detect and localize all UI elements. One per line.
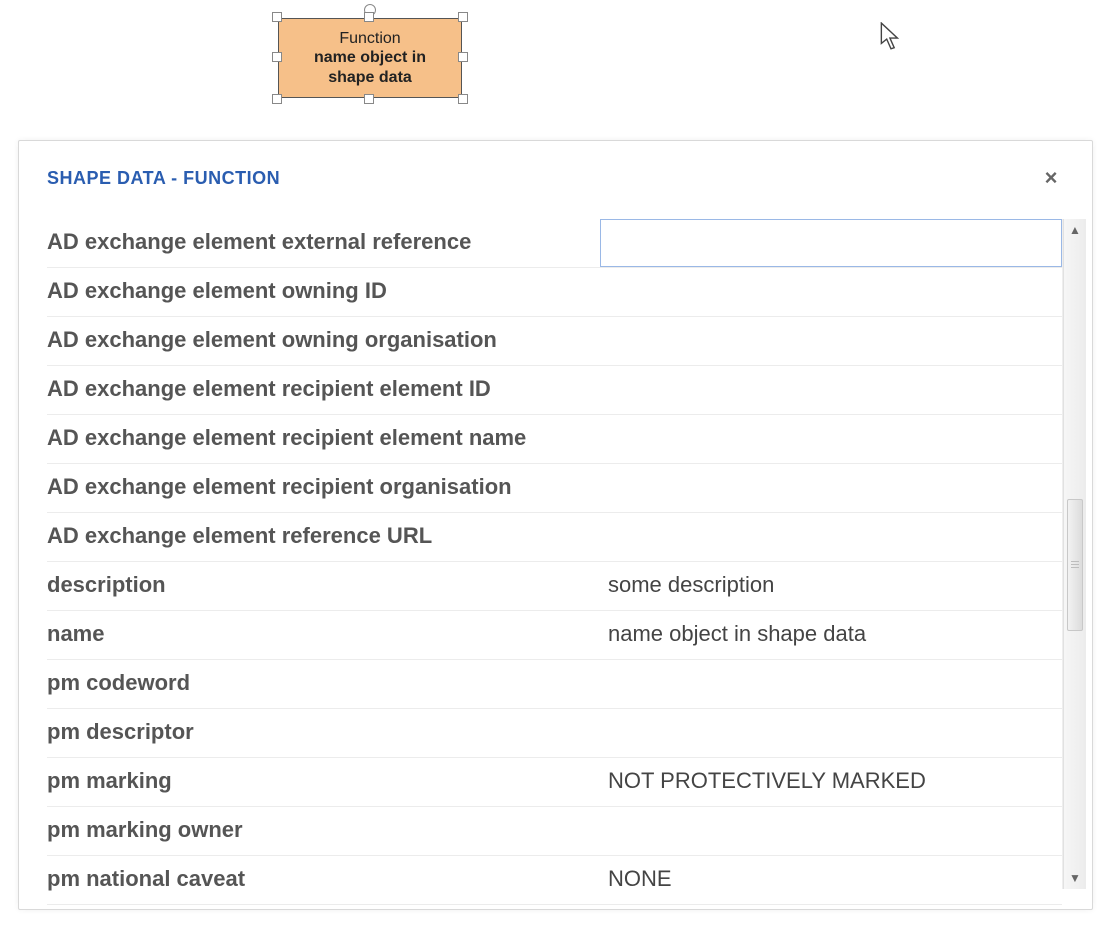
function-shape[interactable]: Function name object in shape data <box>278 18 462 98</box>
chevron-up-icon: ▲ <box>1069 223 1081 237</box>
property-value[interactable] <box>600 660 1062 708</box>
property-label: pm descriptor <box>47 709 600 757</box>
property-value[interactable] <box>600 807 1062 855</box>
resize-handle-middle-left[interactable] <box>272 52 282 62</box>
property-value[interactable] <box>600 513 1062 561</box>
property-row[interactable]: pm codeword <box>47 660 1062 709</box>
property-row[interactable]: pm marking owner <box>47 807 1062 856</box>
resize-handle-middle-right[interactable] <box>458 52 468 62</box>
property-value[interactable] <box>600 415 1062 463</box>
property-value[interactable] <box>600 317 1062 365</box>
property-value[interactable]: NOT PROTECTIVELY MARKED <box>600 758 1062 806</box>
property-label: AD exchange element external reference <box>47 219 600 267</box>
property-value[interactable] <box>600 268 1062 316</box>
property-value[interactable] <box>600 709 1062 757</box>
resize-handle-bottom-right[interactable] <box>458 94 468 104</box>
property-value[interactable]: some description <box>600 562 1062 610</box>
property-label: AD exchange element recipient organisati… <box>47 464 600 512</box>
resize-handle-bottom-middle[interactable] <box>364 94 374 104</box>
panel-body: AD exchange element external reference A… <box>19 201 1092 889</box>
property-label: pm national caveat <box>47 856 600 904</box>
property-label: AD exchange element recipient element ID <box>47 366 600 414</box>
property-value[interactable] <box>600 366 1062 414</box>
close-button[interactable]: × <box>1038 165 1064 191</box>
shape-type-label: Function <box>339 29 400 48</box>
scroll-up-button[interactable]: ▲ <box>1064 219 1086 241</box>
property-row[interactable]: AD exchange element recipient organisati… <box>47 464 1062 513</box>
resize-handle-top-left[interactable] <box>272 12 282 22</box>
resize-handle-bottom-left[interactable] <box>272 94 282 104</box>
properties-grid: AD exchange element external reference A… <box>47 219 1063 889</box>
property-row[interactable]: AD exchange element recipient element ID <box>47 366 1062 415</box>
property-value[interactable]: NONE <box>600 856 1062 904</box>
property-value-input[interactable] <box>600 219 1062 267</box>
property-label: name <box>47 611 600 659</box>
panel-header: SHAPE DATA - FUNCTION × <box>19 141 1092 201</box>
function-shape-selection[interactable]: Function name object in shape data <box>270 10 470 106</box>
property-row[interactable]: AD exchange element owning ID <box>47 268 1062 317</box>
property-label: pm marking <box>47 758 600 806</box>
property-row[interactable]: AD exchange element recipient element na… <box>47 415 1062 464</box>
chevron-down-icon: ▼ <box>1069 871 1081 885</box>
property-label: AD exchange element owning ID <box>47 268 600 316</box>
property-label: AD exchange element recipient element na… <box>47 415 600 463</box>
property-row[interactable]: AD exchange element owning organisation <box>47 317 1062 366</box>
scroll-thumb[interactable] <box>1067 499 1083 631</box>
property-label: pm codeword <box>47 660 600 708</box>
property-value[interactable]: name object in shape data <box>600 611 1062 659</box>
property-label: AD exchange element owning organisation <box>47 317 600 365</box>
property-label: description <box>47 562 600 610</box>
mouse-cursor-icon <box>880 22 902 52</box>
property-row[interactable]: pm descriptor <box>47 709 1062 758</box>
property-row[interactable]: pm marking NOT PROTECTIVELY MARKED <box>47 758 1062 807</box>
scroll-down-button[interactable]: ▼ <box>1064 867 1086 889</box>
shape-name-line-1: name object in <box>314 48 426 67</box>
property-label: AD exchange element reference URL <box>47 513 600 561</box>
vertical-scrollbar[interactable]: ▲ ▼ <box>1063 219 1086 889</box>
resize-handle-top-right[interactable] <box>458 12 468 22</box>
close-icon: × <box>1045 165 1058 191</box>
shape-name-line-2: shape data <box>328 68 412 87</box>
property-row[interactable]: description some description <box>47 562 1062 611</box>
property-value[interactable] <box>600 464 1062 512</box>
property-row[interactable]: name name object in shape data <box>47 611 1062 660</box>
property-row[interactable]: AD exchange element external reference <box>47 219 1062 268</box>
panel-title: SHAPE DATA - FUNCTION <box>47 168 280 189</box>
shape-data-panel: SHAPE DATA - FUNCTION × AD exchange elem… <box>18 140 1093 910</box>
property-label: pm marking owner <box>47 807 600 855</box>
resize-handle-top-middle[interactable] <box>364 12 374 22</box>
canvas-area: Function name object in shape data <box>0 0 1116 140</box>
property-row[interactable]: pm national caveat NONE <box>47 856 1062 905</box>
property-row[interactable]: AD exchange element reference URL <box>47 513 1062 562</box>
